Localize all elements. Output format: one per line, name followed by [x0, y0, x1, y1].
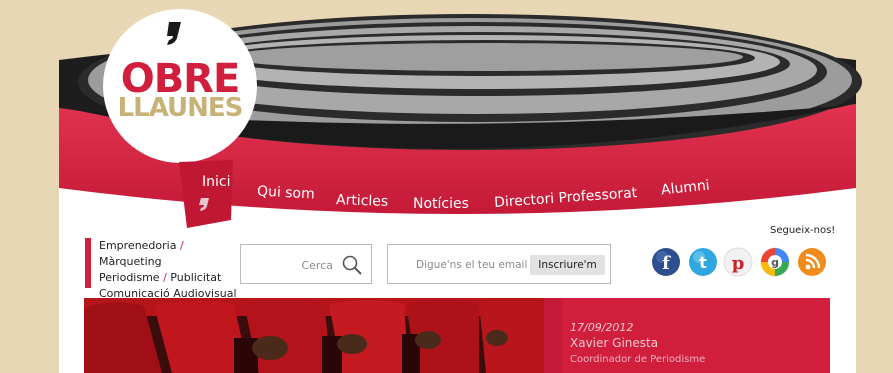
nav-active-marker: [179, 160, 233, 228]
logo-comma-icon: [167, 22, 181, 45]
nav-item-inici[interactable]: Inici: [202, 174, 230, 190]
search-input[interactable]: Cerca: [240, 244, 372, 284]
category-links: Emprenedoria / Màrqueting Periodisme / P…: [85, 238, 245, 300]
rss-icon[interactable]: [797, 247, 827, 277]
google-icon[interactable]: g: [760, 247, 790, 277]
category-separator: /: [163, 271, 167, 284]
category-publicitat[interactable]: Publicitat: [170, 271, 221, 284]
page: OBRE LLAUNES Inici Qui som Articles Notí…: [0, 0, 893, 373]
follow-us-label: Segueix-nos!: [770, 225, 836, 236]
twitter-icon[interactable]: t: [688, 247, 718, 277]
facebook-icon[interactable]: f: [651, 247, 681, 277]
newsletter-placeholder: Digue'ns el teu email: [416, 259, 528, 271]
pinterest-icon[interactable]: p: [723, 247, 753, 277]
svg-text:t: t: [699, 253, 707, 272]
featured-date: 17/09/2012: [570, 321, 634, 334]
featured-author[interactable]: Xavier Ginesta: [570, 336, 658, 350]
svg-text:f: f: [662, 253, 671, 274]
nav-item-articles[interactable]: Articles: [336, 192, 389, 210]
newsletter-email-field[interactable]: Digue'ns el teu email Inscriure'm: [387, 244, 611, 284]
nav-item-noticies[interactable]: Notícies: [413, 196, 469, 212]
featured-role: Coordinador de Periodisme: [570, 354, 706, 365]
nav-item-qui-som[interactable]: Qui som: [257, 184, 315, 203]
category-marqueting[interactable]: Màrqueting: [99, 255, 162, 268]
svg-text:p: p: [732, 253, 745, 274]
subscribe-button[interactable]: Inscriure'm: [530, 255, 605, 275]
svg-text:g: g: [771, 256, 779, 269]
featured-banner[interactable]: [84, 298, 830, 373]
search-icon[interactable]: [341, 254, 363, 276]
search-placeholder: Cerca: [301, 259, 333, 272]
category-separator: /: [179, 239, 184, 252]
theatre-seats-photo: [84, 298, 562, 373]
logo-subtitle[interactable]: LLAUNES: [110, 93, 250, 123]
category-emprenedoria[interactable]: Emprenedoria: [99, 239, 176, 252]
category-periodisme[interactable]: Periodisme: [99, 271, 160, 284]
